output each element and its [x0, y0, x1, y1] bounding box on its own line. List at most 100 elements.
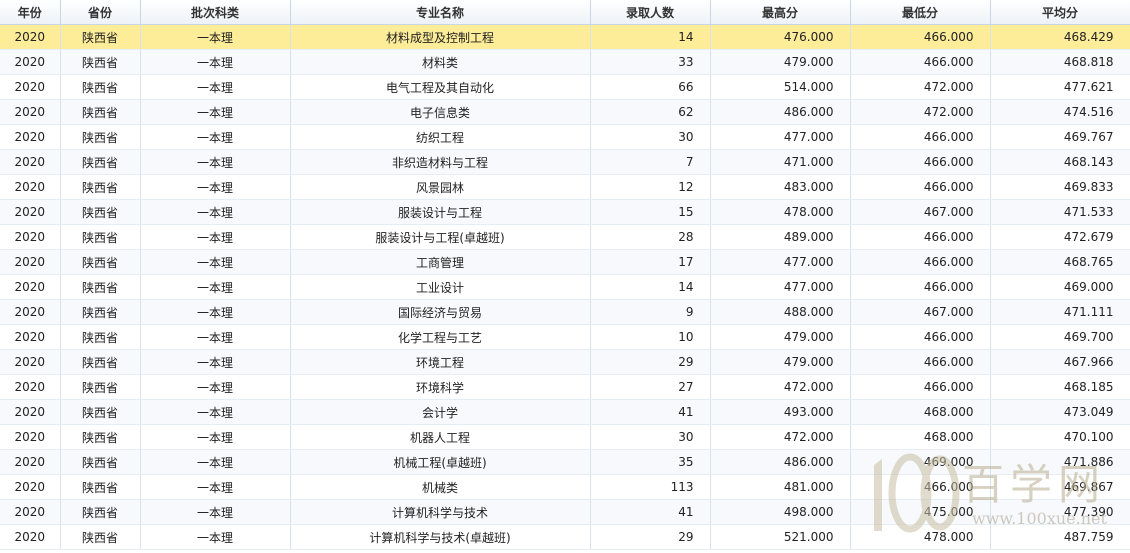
column-header-admitted-count[interactable]: 录取人数: [590, 0, 711, 25]
cell-admitted-count: 35: [590, 449, 711, 475]
cell-batch: 一本理: [140, 174, 291, 200]
cell-min-score: 466.000: [850, 274, 991, 300]
cell-avg-score: 472.679: [990, 224, 1130, 250]
table-row[interactable]: 2020 陕西省 一本理 计算机科学与技术(卓越班) 29 521.000 478.000 4…: [0, 524, 1130, 550]
column-header-avg-score[interactable]: 平均分: [990, 0, 1130, 25]
cell-province: 陕西省: [60, 174, 141, 200]
table-row[interactable]: 2020 陕西省 一本理 环境科学 27 472.000 466.000 468.185: [0, 374, 1130, 400]
column-header-year[interactable]: 年份: [0, 0, 61, 25]
table-row[interactable]: 2020 陕西省 一本理 机械类 113 481.000 466.000 469.867: [0, 474, 1130, 500]
table-row[interactable]: 2020 陕西省 一本理 材料成型及控制工程 14 476.000 466.000 468.4…: [0, 24, 1130, 50]
cell-max-score: 483.000: [710, 174, 851, 200]
cell-min-score: 468.000: [850, 424, 991, 450]
cell-avg-score: 468.818: [990, 49, 1130, 75]
cell-min-score: 478.000: [850, 524, 991, 550]
cell-avg-score: 470.100: [990, 424, 1130, 450]
cell-major: 工业设计: [290, 274, 591, 300]
cell-province: 陕西省: [60, 399, 141, 425]
cell-avg-score: 471.111: [990, 299, 1130, 325]
cell-min-score: 466.000: [850, 49, 991, 75]
table-row[interactable]: 2020 陕西省 一本理 环境工程 29 479.000 466.000 467.966: [0, 349, 1130, 375]
table-row[interactable]: 2020 陕西省 一本理 服装设计与工程(卓越班) 28 489.000 466.000 47…: [0, 224, 1130, 250]
cell-year: 2020: [0, 49, 61, 75]
cell-year: 2020: [0, 199, 61, 225]
table-row[interactable]: 2020 陕西省 一本理 机器人工程 30 472.000 468.000 470.100: [0, 424, 1130, 450]
cell-major: 材料类: [290, 49, 591, 75]
cell-province: 陕西省: [60, 474, 141, 500]
cell-year: 2020: [0, 24, 61, 50]
table-row[interactable]: 2020 陕西省 一本理 风景园林 12 483.000 466.000 469.833: [0, 174, 1130, 200]
cell-province: 陕西省: [60, 374, 141, 400]
cell-major: 化学工程与工艺: [290, 324, 591, 350]
cell-batch: 一本理: [140, 399, 291, 425]
cell-avg-score: 468.765: [990, 249, 1130, 275]
table-row[interactable]: 2020 陕西省 一本理 机械工程(卓越班) 35 486.000 469.000 471.8…: [0, 449, 1130, 475]
table-row[interactable]: 2020 陕西省 一本理 会计学 41 493.000 468.000 473.049: [0, 399, 1130, 425]
cell-province: 陕西省: [60, 24, 141, 50]
cell-max-score: 481.000: [710, 474, 851, 500]
column-header-batch[interactable]: 批次科类: [140, 0, 291, 25]
table-row[interactable]: 2020 陕西省 一本理 工商管理 17 477.000 466.000 468.765: [0, 249, 1130, 275]
cell-max-score: 471.000: [710, 149, 851, 175]
column-header-min-score[interactable]: 最低分: [850, 0, 991, 25]
cell-avg-score: 469.867: [990, 474, 1130, 500]
cell-batch: 一本理: [140, 149, 291, 175]
cell-admitted-count: 33: [590, 49, 711, 75]
cell-min-score: 466.000: [850, 324, 991, 350]
table-row[interactable]: 2020 陕西省 一本理 纺织工程 30 477.000 466.000 469.767: [0, 124, 1130, 150]
table-row[interactable]: 2020 陕西省 一本理 材料类 33 479.000 466.000 468.818: [0, 49, 1130, 75]
cell-batch: 一本理: [140, 524, 291, 550]
admission-scores-table: 年份 省份 批次科类 专业名称 录取人数 最高分 最低分 平均分 2020 陕西省…: [0, 0, 1130, 550]
cell-admitted-count: 41: [590, 499, 711, 525]
cell-max-score: 479.000: [710, 349, 851, 375]
cell-admitted-count: 14: [590, 274, 711, 300]
cell-year: 2020: [0, 349, 61, 375]
table-row[interactable]: 2020 陕西省 一本理 电子信息类 62 486.000 472.000 474.516: [0, 99, 1130, 125]
cell-year: 2020: [0, 399, 61, 425]
column-header-max-score[interactable]: 最高分: [710, 0, 851, 25]
cell-admitted-count: 29: [590, 524, 711, 550]
column-header-province[interactable]: 省份: [60, 0, 141, 25]
cell-avg-score: 469.000: [990, 274, 1130, 300]
cell-year: 2020: [0, 249, 61, 275]
cell-major: 工商管理: [290, 249, 591, 275]
column-header-major[interactable]: 专业名称: [290, 0, 591, 25]
cell-year: 2020: [0, 224, 61, 250]
cell-min-score: 466.000: [850, 224, 991, 250]
table-row[interactable]: 2020 陕西省 一本理 工业设计 14 477.000 466.000 469.000: [0, 274, 1130, 300]
table-row[interactable]: 2020 陕西省 一本理 国际经济与贸易 9 488.000 467.000 471.111: [0, 299, 1130, 325]
cell-province: 陕西省: [60, 299, 141, 325]
cell-province: 陕西省: [60, 124, 141, 150]
cell-year: 2020: [0, 99, 61, 125]
table-row[interactable]: 2020 陕西省 一本理 服装设计与工程 15 478.000 467.000 471.533: [0, 199, 1130, 225]
cell-avg-score: 469.767: [990, 124, 1130, 150]
table-row[interactable]: 2020 陕西省 一本理 电气工程及其自动化 66 514.000 472.000 477.6…: [0, 74, 1130, 100]
cell-batch: 一本理: [140, 299, 291, 325]
cell-min-score: 466.000: [850, 474, 991, 500]
cell-province: 陕西省: [60, 249, 141, 275]
cell-major: 非织造材料与工程: [290, 149, 591, 175]
cell-admitted-count: 12: [590, 174, 711, 200]
table-row[interactable]: 2020 陕西省 一本理 化学工程与工艺 10 479.000 466.000 469.700: [0, 324, 1130, 350]
cell-max-score: 486.000: [710, 99, 851, 125]
cell-admitted-count: 30: [590, 424, 711, 450]
cell-province: 陕西省: [60, 449, 141, 475]
cell-min-score: 475.000: [850, 499, 991, 525]
table-row[interactable]: 2020 陕西省 一本理 计算机科学与技术 41 498.000 475.000 477.39…: [0, 499, 1130, 525]
cell-avg-score: 487.759: [990, 524, 1130, 550]
cell-batch: 一本理: [140, 124, 291, 150]
cell-major: 机器人工程: [290, 424, 591, 450]
cell-admitted-count: 27: [590, 374, 711, 400]
cell-max-score: 479.000: [710, 49, 851, 75]
cell-max-score: 472.000: [710, 374, 851, 400]
cell-province: 陕西省: [60, 74, 141, 100]
cell-min-score: 468.000: [850, 399, 991, 425]
cell-admitted-count: 15: [590, 199, 711, 225]
cell-year: 2020: [0, 124, 61, 150]
cell-avg-score: 468.429: [990, 24, 1130, 50]
cell-major: 会计学: [290, 399, 591, 425]
cell-province: 陕西省: [60, 324, 141, 350]
table-row[interactable]: 2020 陕西省 一本理 非织造材料与工程 7 471.000 466.000 468.143: [0, 149, 1130, 175]
cell-year: 2020: [0, 324, 61, 350]
cell-min-score: 472.000: [850, 74, 991, 100]
